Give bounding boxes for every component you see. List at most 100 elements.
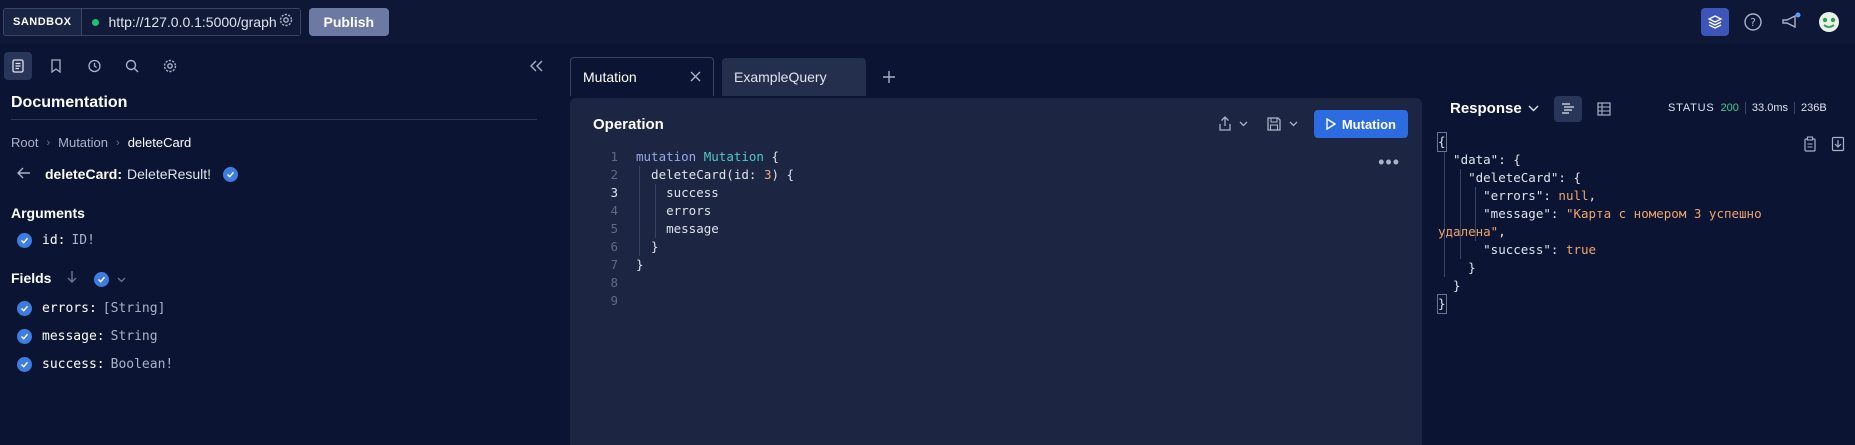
breadcrumb: Root › Mutation › deleteCard (11, 135, 191, 150)
json-line: удалена", (1438, 223, 1506, 241)
check-icon[interactable] (17, 329, 32, 344)
chevron-down-icon (1528, 105, 1539, 112)
left-toolbar (0, 44, 570, 88)
json-string: "Карта с номером 3 успешно (1565, 206, 1762, 221)
code-line: success (636, 185, 719, 200)
avatar[interactable] (1815, 8, 1843, 36)
json-view-icon[interactable] (1554, 96, 1582, 122)
fields-heading: Fields (11, 270, 52, 286)
chevron-down-icon (117, 277, 126, 282)
field-row-errors[interactable]: errors: [String] (17, 301, 165, 316)
share-dropdown[interactable] (1218, 116, 1248, 132)
json-string: удалена" (1438, 224, 1499, 239)
check-icon[interactable] (17, 233, 32, 248)
copy-icon[interactable] (1803, 136, 1817, 157)
select-all-dropdown[interactable] (94, 272, 126, 287)
sort-arrow-down-icon[interactable] (66, 270, 78, 289)
breadcrumb-root[interactable]: Root (11, 135, 38, 150)
field-row-type[interactable]: Boolean! (111, 357, 174, 372)
add-tab-icon[interactable] (878, 58, 900, 96)
connection-status-icon (91, 18, 99, 26)
json-line: "errors": null, (1438, 187, 1596, 205)
field-row-message[interactable]: message: String (17, 329, 158, 344)
sandbox-label: SANDBOX (4, 9, 82, 35)
bookmark-icon[interactable] (42, 52, 70, 80)
documentation-title: Documentation (11, 94, 128, 111)
argument-name: id: (42, 233, 66, 248)
divider (1794, 102, 1795, 114)
download-icon[interactable] (1831, 136, 1845, 157)
tab-examplequery[interactable]: ExampleQuery (722, 58, 866, 96)
code-line: } (636, 239, 659, 254)
table-view-icon[interactable] (1590, 96, 1618, 122)
line-number: 2 (610, 167, 618, 182)
argument-type[interactable]: ID! (71, 233, 94, 248)
code-text: { (763, 149, 780, 164)
field-type[interactable]: DeleteResult! (127, 166, 211, 182)
explorer-icon[interactable] (1701, 8, 1729, 36)
json-punct: , (1588, 188, 1597, 203)
check-icon[interactable] (17, 357, 32, 372)
publish-button[interactable]: Publish (308, 8, 390, 36)
gear-icon[interactable] (156, 52, 184, 80)
json-line: { (1437, 132, 1447, 152)
search-icon[interactable] (118, 52, 146, 80)
line-number: 6 (610, 239, 618, 254)
docs-icon[interactable] (4, 52, 32, 80)
divider (1744, 102, 1746, 114)
close-icon[interactable] (690, 69, 701, 85)
announcements-icon[interactable] (1777, 8, 1805, 36)
share-icon (1219, 116, 1231, 131)
response-status: STATUS 200 33.0ms 236B (1668, 102, 1827, 114)
json-null: null (1558, 188, 1589, 203)
response-title: Response (1450, 100, 1522, 117)
json-bool: true (1565, 242, 1597, 257)
breadcrumb-mutation[interactable]: Mutation (58, 135, 108, 150)
code-text: ) { (771, 167, 795, 182)
back-arrow-icon[interactable] (17, 166, 31, 182)
breadcrumb-current: deleteCard (127, 135, 192, 150)
json-line: "deleteCard": { (1438, 170, 1581, 185)
tab-mutation[interactable]: Mutation (570, 57, 714, 96)
endpoint-url-field[interactable]: http://127.0.0.1:5000/graph (81, 9, 300, 35)
response-dropdown[interactable]: Response (1450, 100, 1539, 117)
json-line: "data": { (1438, 152, 1521, 167)
response-panel: Response STATUS 200 33.0ms 236B { "data"… (1422, 44, 1855, 445)
response-time: 33.0ms (1751, 102, 1788, 114)
field-selected-check-icon[interactable] (223, 166, 239, 182)
status-code-badge: 200 (1720, 102, 1739, 114)
json-key: "success": (1438, 242, 1566, 257)
check-icon (94, 272, 109, 287)
connection-settings-icon[interactable] (278, 12, 294, 33)
json-line: } (1438, 278, 1461, 293)
svg-text:?: ? (1750, 16, 1756, 29)
more-options-icon[interactable]: ••• (1378, 152, 1400, 173)
json-line: "success": true (1438, 241, 1596, 259)
save-icon (1267, 117, 1281, 131)
field-row-success[interactable]: success: Boolean! (17, 357, 173, 372)
play-icon (1326, 118, 1336, 130)
endpoint-url[interactable]: http://127.0.0.1:5000/graph (109, 14, 278, 30)
line-number: 5 (610, 221, 618, 236)
operation-tabs: Mutation ExampleQuery (570, 52, 900, 96)
code-operation-name: Mutation (703, 149, 764, 164)
field-row-type[interactable]: [String] (103, 301, 166, 316)
save-dropdown[interactable] (1266, 116, 1298, 132)
field-row-name: errors: (42, 301, 97, 316)
check-icon[interactable] (17, 301, 32, 316)
history-icon[interactable] (80, 52, 108, 80)
line-number: 4 (610, 203, 618, 218)
arguments-heading: Arguments (11, 205, 85, 221)
code-line: message (636, 221, 719, 236)
collapse-panel-icon[interactable] (522, 52, 550, 80)
argument-row[interactable]: id: ID! (17, 233, 95, 248)
chevron-down-icon (1289, 121, 1298, 127)
help-icon[interactable]: ? (1739, 8, 1767, 36)
field-row-type[interactable]: String (111, 329, 158, 344)
field-row-name: success: (42, 357, 105, 372)
response-tools (1803, 136, 1845, 157)
operation-panel: Operation Mutation ••• 1 2 3 4 5 6 7 8 9… (570, 98, 1422, 445)
documentation-panel: Documentation Root › Mutation › deleteCa… (0, 44, 570, 445)
code-line: errors (636, 203, 712, 218)
run-mutation-button[interactable]: Mutation (1313, 110, 1408, 138)
